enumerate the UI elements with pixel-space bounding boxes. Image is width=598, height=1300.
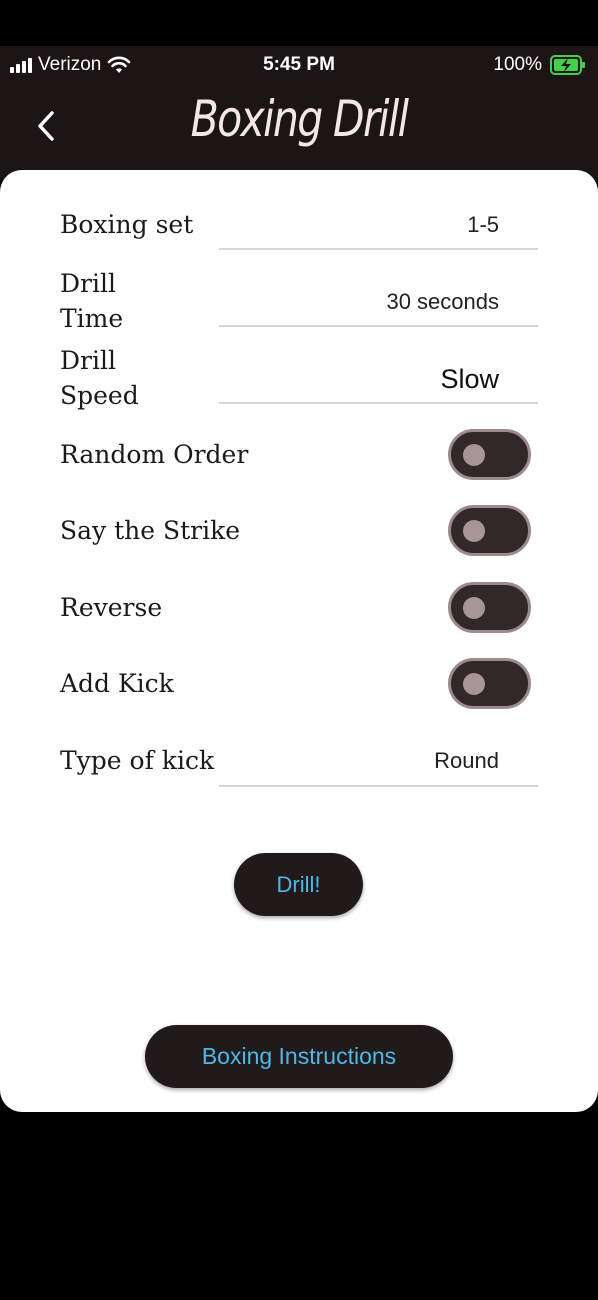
toggle-knob bbox=[463, 444, 485, 466]
drill-speed-value[interactable]: Slow bbox=[440, 364, 499, 395]
status-right: 100% bbox=[493, 54, 586, 76]
boxing-instructions-button[interactable]: Boxing Instructions bbox=[145, 1025, 453, 1088]
toggle-knob bbox=[463, 597, 485, 619]
kick-type-underline bbox=[219, 785, 538, 787]
add-kick-toggle[interactable] bbox=[448, 658, 531, 709]
reverse-toggle[interactable] bbox=[448, 582, 531, 633]
say-strike-toggle[interactable] bbox=[448, 505, 531, 556]
drill-button[interactable]: Drill! bbox=[234, 853, 363, 916]
add-kick-label: Add Kick bbox=[60, 669, 174, 698]
random-order-label: Random Order bbox=[60, 440, 249, 469]
drill-speed-underline bbox=[219, 402, 538, 404]
drill-speed-label-line1: Drill bbox=[60, 346, 116, 375]
kick-type-label: Type of kick bbox=[60, 746, 215, 775]
boxing-set-underline bbox=[219, 248, 538, 250]
drill-speed-label: Drill Speed bbox=[60, 343, 139, 413]
page-title: Boxing Drill bbox=[190, 90, 409, 148]
random-order-toggle[interactable] bbox=[448, 429, 531, 480]
drill-time-label-line1: Drill bbox=[60, 269, 116, 298]
drill-time-value[interactable]: 30 seconds bbox=[386, 289, 499, 315]
toggle-knob bbox=[463, 520, 485, 542]
boxing-set-label: Boxing set bbox=[60, 210, 194, 239]
reverse-label: Reverse bbox=[60, 593, 163, 622]
drill-time-label: Drill Time bbox=[60, 266, 123, 336]
say-strike-label: Say the Strike bbox=[60, 516, 241, 545]
drill-time-label-line2: Time bbox=[60, 304, 124, 333]
battery-charging-icon bbox=[550, 55, 585, 75]
drill-time-underline bbox=[219, 325, 538, 327]
settings-card: Boxing set 1-5 Drill Time 30 seconds Dri… bbox=[0, 170, 598, 1112]
boxing-set-value[interactable]: 1-5 bbox=[467, 212, 499, 238]
battery-percentage: 100% bbox=[493, 54, 542, 75]
drill-speed-label-line2: Speed bbox=[60, 381, 139, 410]
kick-type-value[interactable]: Round bbox=[434, 748, 499, 774]
navigation-bar: Boxing Drill bbox=[0, 84, 598, 180]
status-bar: Verizon 5:45 PM 100% bbox=[0, 46, 598, 84]
toggle-knob bbox=[463, 673, 485, 695]
